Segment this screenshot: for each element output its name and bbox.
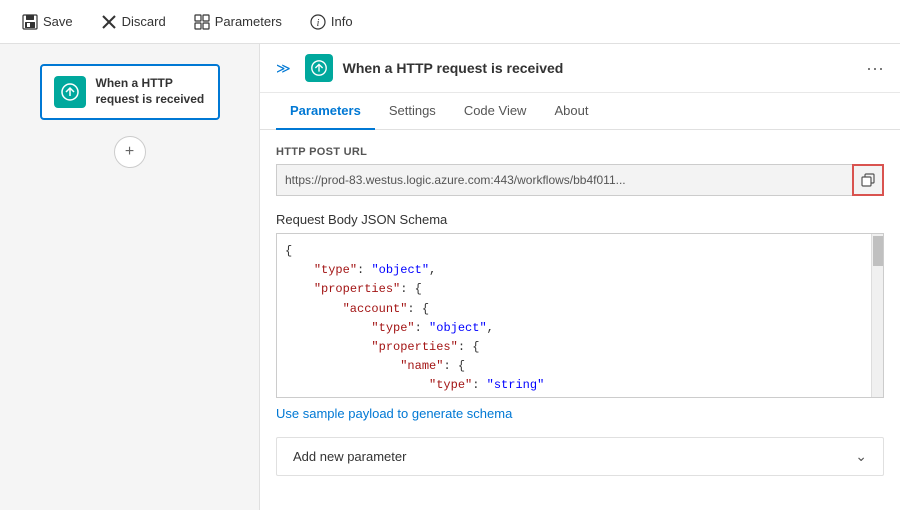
- discard-icon: [101, 14, 117, 30]
- tab-about[interactable]: About: [540, 93, 602, 130]
- json-scrollbar[interactable]: [871, 234, 883, 397]
- save-button[interactable]: Save: [16, 10, 79, 34]
- trigger-card[interactable]: When a HTTP request is received: [40, 64, 220, 120]
- sample-payload-link[interactable]: Use sample payload to generate schema: [276, 406, 512, 421]
- parameters-label: Parameters: [215, 14, 282, 29]
- detail-panel: ≫ When a HTTP request is received ··· Pa…: [260, 44, 900, 510]
- parameters-button[interactable]: Parameters: [188, 10, 288, 34]
- add-step-button[interactable]: +: [114, 136, 146, 168]
- tab-code-view[interactable]: Code View: [450, 93, 541, 130]
- trigger-title: When a HTTP request is received: [96, 76, 206, 107]
- more-options-icon[interactable]: ···: [866, 59, 884, 77]
- canvas-panel: When a HTTP request is received +: [0, 44, 260, 510]
- copy-url-button[interactable]: [852, 164, 884, 196]
- trigger-icon-wrap: [54, 76, 86, 108]
- toolbar: Save Discard Parameters i: [0, 0, 900, 44]
- add-param-label: Add new parameter: [293, 449, 406, 464]
- http-post-url-input[interactable]: [276, 164, 852, 196]
- parameters-icon: [194, 14, 210, 30]
- http-post-url-label: HTTP POST URL: [276, 146, 884, 158]
- svg-text:i: i: [317, 18, 320, 29]
- chevron-down-icon: ⌄: [855, 448, 867, 465]
- json-editor[interactable]: { "type": "object", "properties": { "acc…: [276, 233, 884, 398]
- schema-label: Request Body JSON Schema: [276, 212, 884, 227]
- panel-header: ≫ When a HTTP request is received ···: [260, 44, 900, 93]
- add-new-parameter-row[interactable]: Add new parameter ⌄: [276, 437, 884, 476]
- tab-settings[interactable]: Settings: [375, 93, 450, 130]
- add-icon: +: [125, 143, 134, 161]
- save-label: Save: [43, 14, 73, 29]
- info-label: Info: [331, 14, 353, 29]
- info-button[interactable]: i Info: [304, 10, 359, 34]
- url-row: [276, 164, 884, 196]
- main-area: When a HTTP request is received + ≫ When…: [0, 44, 900, 510]
- panel-content: HTTP POST URL Request Body JSON Schema {…: [260, 130, 900, 510]
- discard-label: Discard: [122, 14, 166, 29]
- info-icon: i: [310, 14, 326, 30]
- save-icon: [22, 14, 38, 30]
- tabs-bar: Parameters Settings Code View About: [260, 93, 900, 130]
- tab-parameters[interactable]: Parameters: [276, 93, 375, 130]
- panel-header-title: When a HTTP request is received: [343, 60, 856, 76]
- chevrons-icon[interactable]: ≫: [276, 60, 291, 77]
- panel-header-icon: [305, 54, 333, 82]
- discard-button[interactable]: Discard: [95, 10, 172, 34]
- json-scrollbar-thumb: [873, 236, 883, 266]
